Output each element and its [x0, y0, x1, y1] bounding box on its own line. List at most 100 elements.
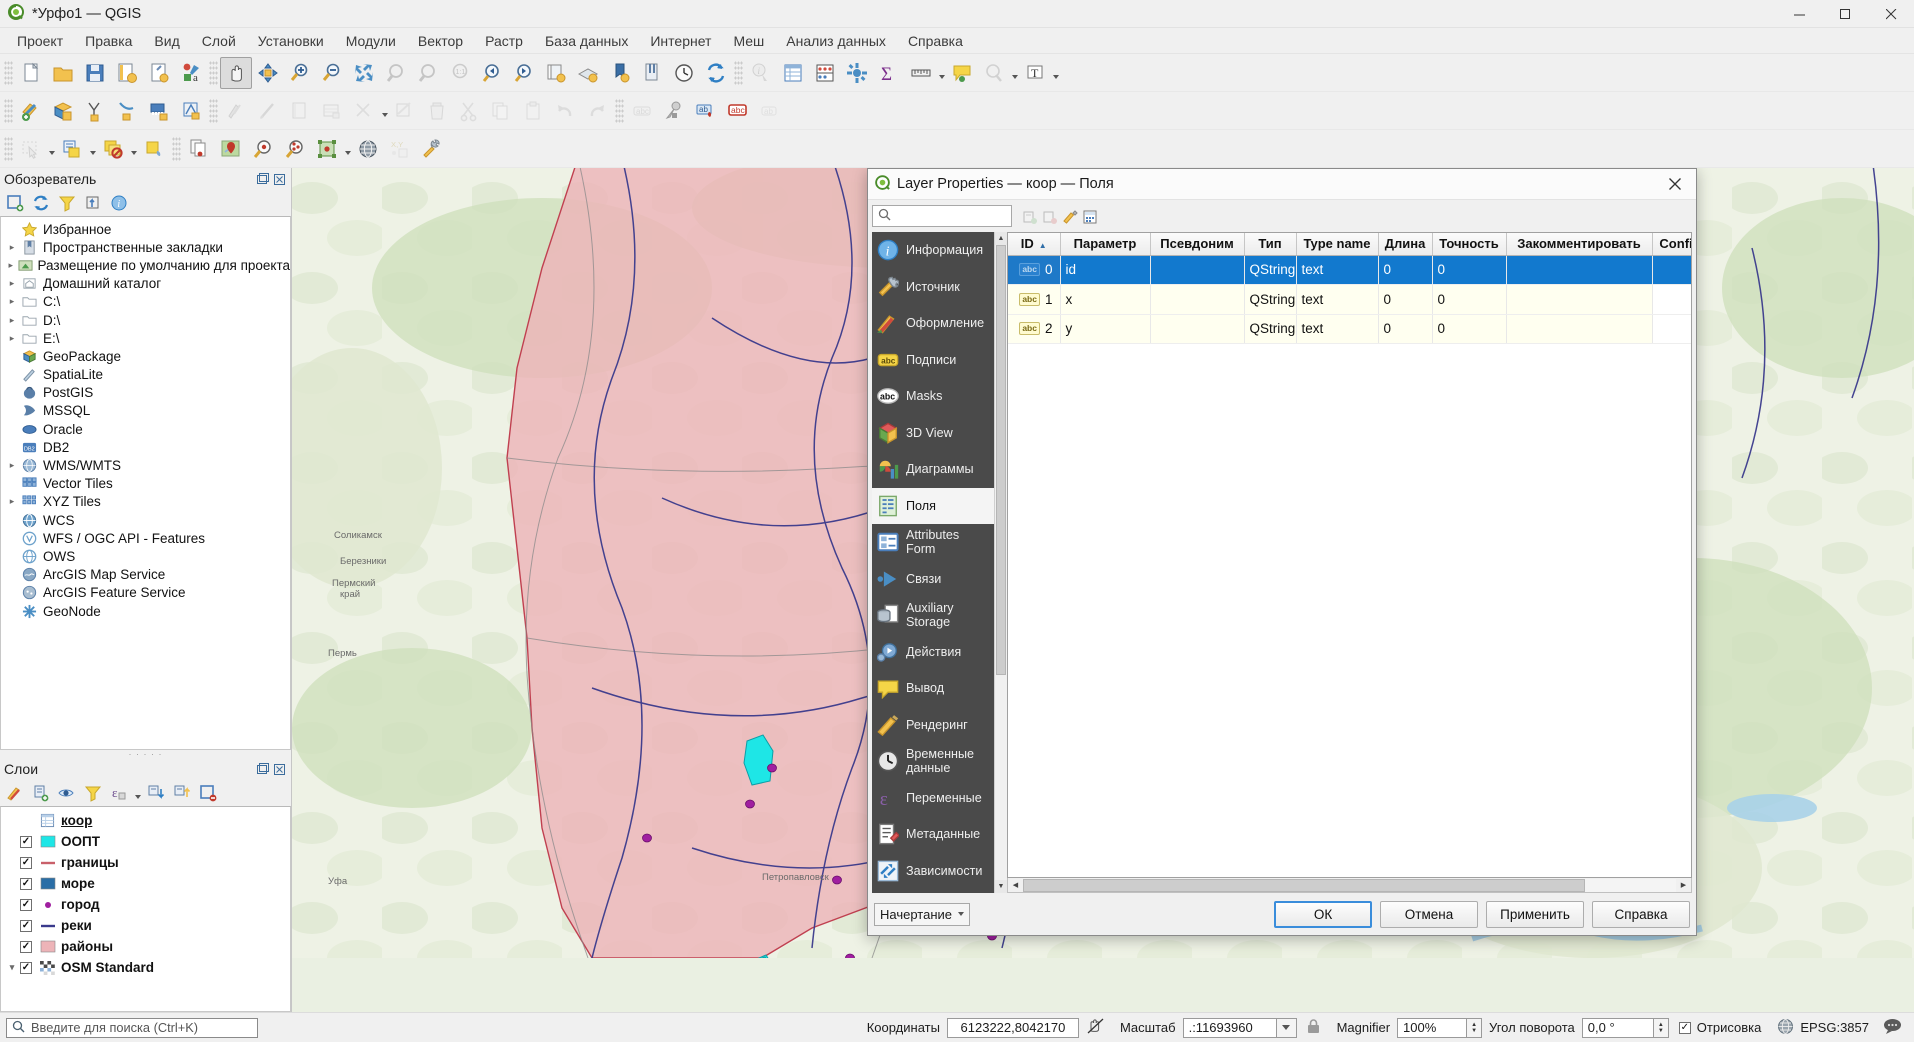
browser-item-1[interactable]: Пространственные закладки [1, 238, 290, 256]
annotation-dropdown-caret[interactable] [1051, 61, 1060, 85]
menu-item-database[interactable]: База данных [534, 30, 639, 52]
new-report-icon[interactable] [636, 57, 668, 89]
cancel-button[interactable]: Отмена [1380, 901, 1478, 928]
new-print-layout-icon[interactable] [143, 57, 175, 89]
undo-icon[interactable] [549, 95, 581, 127]
layer-visibility-checkbox[interactable]: ✓ [20, 941, 32, 953]
redo-icon[interactable] [581, 95, 613, 127]
fields-cell-comment[interactable] [1506, 314, 1652, 344]
render-checkbox[interactable]: ✓ [1679, 1022, 1691, 1034]
new-print-layout2-icon[interactable] [604, 57, 636, 89]
dialog-sidebar-item-0[interactable]: iИнформация [872, 232, 994, 269]
measure-line-icon[interactable] [905, 57, 937, 89]
zoom-full-icon[interactable] [348, 57, 380, 89]
select-value-caret[interactable] [129, 137, 138, 161]
hscroll-left-arrow[interactable]: ◀ [1008, 879, 1023, 892]
fields-table-row[interactable]: abc2yQStringtext00 [1008, 314, 1692, 344]
vertex-tool-icon[interactable] [79, 95, 111, 127]
expand-twist-icon[interactable] [4, 242, 20, 253]
browser-item-11[interactable]: Oracle [1, 420, 290, 438]
expand-twist-icon[interactable] [4, 496, 20, 507]
menu-item-vector[interactable]: Вектор [407, 30, 474, 52]
pan-to-selection-icon[interactable] [252, 57, 284, 89]
label-properties-icon[interactable]: ab [754, 95, 786, 127]
layers-tree[interactable]: коор✓ООПТ✓границы✓море✓город✓реки✓районы… [0, 806, 291, 1012]
menu-item-mesh[interactable]: Меш [722, 30, 775, 52]
browser-item-9[interactable]: PostGIS [1, 384, 290, 402]
fields-cell-length[interactable]: 0 [1378, 314, 1432, 344]
add-map-layer-icon[interactable] [215, 133, 247, 165]
layer-item-6[interactable]: ✓районы [1, 936, 290, 957]
vertex-tool-current-icon[interactable] [111, 95, 143, 127]
scale-value[interactable]: .:11693960 [1183, 1018, 1277, 1038]
layer-item-4[interactable]: ✓город [1, 894, 290, 915]
save-project-icon[interactable] [79, 57, 111, 89]
browser-item-16[interactable]: WCS [1, 511, 290, 529]
layer-visibility-checkbox[interactable]: ✓ [20, 857, 32, 869]
digitizing-toolbar-icon[interactable] [175, 95, 207, 127]
select-dropdown-caret[interactable] [47, 137, 56, 161]
refresh-icon[interactable] [29, 191, 53, 215]
lock-icon[interactable] [1297, 1018, 1330, 1037]
fields-cell-type[interactable]: QString [1244, 285, 1296, 315]
zoom-native-icon[interactable]: 1:1 [444, 57, 476, 89]
dialog-sidebar-item-4[interactable]: abcMasks [872, 378, 994, 415]
apply-button[interactable]: Применить [1486, 901, 1584, 928]
open-project-icon[interactable] [47, 57, 79, 89]
ok-button[interactable]: ОК [1274, 901, 1372, 928]
fields-cell-param[interactable]: x [1060, 285, 1150, 315]
render-checkbox-wrap[interactable]: ✓ Отрисовка [1669, 1020, 1766, 1035]
add-layer-icon[interactable] [3, 191, 27, 215]
browser-item-8[interactable]: SpatiaLite [1, 366, 290, 384]
dialog-close-icon[interactable] [1654, 169, 1696, 200]
fields-column-header-4[interactable]: Type name [1296, 233, 1378, 255]
map-canvas[interactable]: Соликамск Березники Пермский край Пермь … [291, 168, 1914, 1012]
zoom-to-layer-icon[interactable] [412, 57, 444, 89]
new-map-view-icon[interactable] [540, 57, 572, 89]
messages-icon[interactable] [1869, 1018, 1914, 1037]
select-polygon2-icon[interactable] [311, 133, 343, 165]
menu-item-view[interactable]: Вид [143, 30, 190, 52]
browser-item-15[interactable]: XYZ Tiles [1, 493, 290, 511]
select-features-icon[interactable] [15, 133, 47, 165]
fields-column-header-7[interactable]: Закомментировать [1506, 233, 1652, 255]
menu-item-processing[interactable]: Анализ данных [775, 30, 897, 52]
sidebar-scrollbar[interactable]: ▲ ▼ [994, 232, 1007, 893]
menu-item-web[interactable]: Интернет [639, 30, 722, 52]
delete-selected-icon[interactable] [421, 95, 453, 127]
fields-horizontal-scrollbar[interactable]: ◀ ▶ [1007, 878, 1692, 893]
select-polygon-icon[interactable] [138, 133, 170, 165]
fields-cell-type[interactable]: QString [1244, 255, 1296, 285]
zoom-in-icon[interactable] [284, 57, 316, 89]
new-3d-map-view-icon[interactable] [572, 57, 604, 89]
temporal-controller-icon[interactable] [668, 57, 700, 89]
dialog-sidebar-item-13[interactable]: Рендеринг [872, 707, 994, 744]
menu-item-plugins[interactable]: Модули [335, 30, 407, 52]
properties-icon[interactable]: i [107, 191, 131, 215]
fields-column-header-6[interactable]: Точность [1432, 233, 1506, 255]
layer-item-3[interactable]: ✓море [1, 873, 290, 894]
zoom-to-selection-icon[interactable] [380, 57, 412, 89]
layer-visibility-checkbox[interactable]: ✓ [20, 899, 32, 911]
menu-item-settings[interactable]: Установки [247, 30, 335, 52]
fields-cell-config[interactable] [1652, 314, 1692, 344]
layers-close-button[interactable] [272, 762, 287, 777]
rotation-value[interactable]: 0,0 ° [1582, 1018, 1654, 1038]
dialog-sidebar-item-2[interactable]: Оформление [872, 305, 994, 342]
toggle-mouse-capture-icon[interactable] [1079, 1018, 1113, 1037]
fields-table-wrapper[interactable]: ID▲ПараметрПсевдонимТипType nameДлинаТоч… [1007, 232, 1692, 878]
crs-value[interactable]: EPSG:3857 [1800, 1020, 1869, 1035]
layer-visibility-checkbox[interactable]: ✓ [20, 962, 32, 974]
fields-cell-id[interactable]: abc1 [1008, 285, 1060, 315]
calculate-field-icon[interactable] [1082, 209, 1098, 228]
dialog-sidebar-item-5[interactable]: 3D View [872, 415, 994, 452]
identify-features-icon[interactable]: i [745, 57, 777, 89]
toolbar-handle[interactable] [4, 98, 13, 124]
fields-cell-config[interactable] [1652, 255, 1692, 285]
processing-toolbox-icon[interactable] [841, 57, 873, 89]
remove-layer-icon[interactable] [196, 781, 220, 805]
current-edits-icon[interactable] [15, 95, 47, 127]
browser-item-14[interactable]: Vector Tiles [1, 475, 290, 493]
save-project-as-icon[interactable] [111, 57, 143, 89]
fields-cell-type_name[interactable]: text [1296, 255, 1378, 285]
